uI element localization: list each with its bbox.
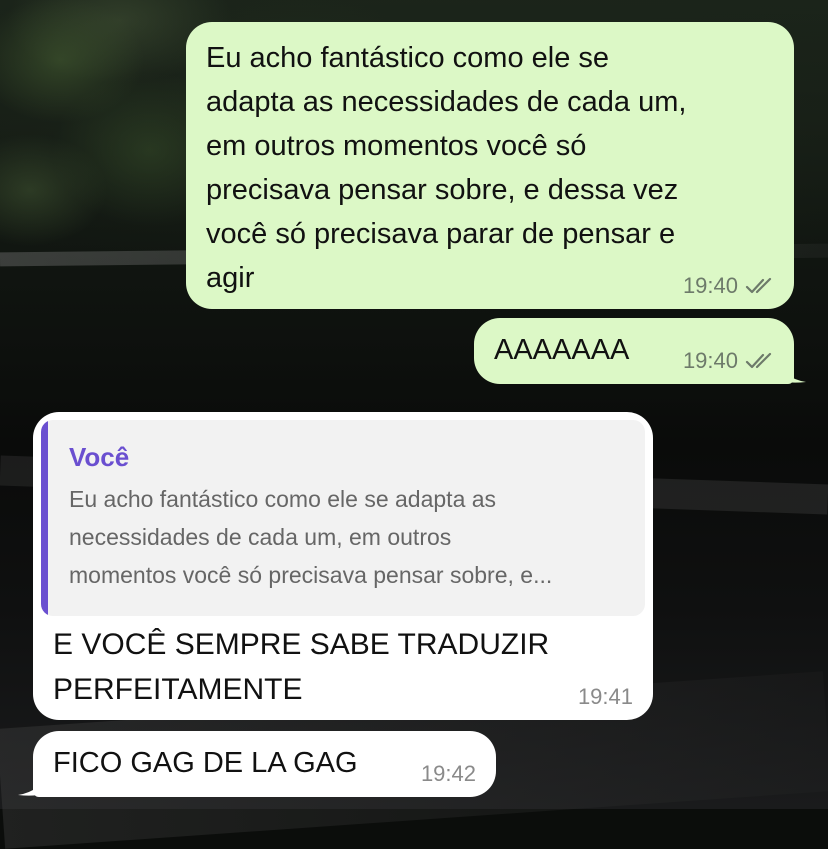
bubble-tail <box>780 360 806 383</box>
quoted-message[interactable]: Você Eu acho fantástico como ele se adap… <box>41 420 645 616</box>
double-check-icon <box>745 352 772 369</box>
message-text-line: precisava pensar sobre, e dessa vez <box>206 174 679 206</box>
bubble-tail <box>18 773 44 796</box>
quote-text-line: Eu acho fantástico como ele se adapta as <box>69 486 497 512</box>
quote-text-line: necessidades de cada um, em outros <box>69 524 452 550</box>
message-time: 19:42 <box>420 761 476 786</box>
message-text-line: em outros momentos você só <box>206 130 587 162</box>
quote-author: Você <box>69 442 130 472</box>
outgoing-message-bubble[interactable]: Eu acho fantástico como ele se adapta as… <box>186 22 794 309</box>
message-text-line: Eu acho fantástico como ele se <box>206 42 610 74</box>
message-meta: 19:40 <box>683 275 774 297</box>
outgoing-message-bubble[interactable]: AAAAAAA 19:40 <box>474 318 794 384</box>
message-text: FICO GAG DE LA GAG <box>53 747 358 779</box>
message-text-line: E VOCÊ SEMPRE SABE TRADUZIR <box>53 628 550 661</box>
message-text-line: você só precisava parar de pensar e <box>206 218 676 250</box>
message-meta: 19:40 <box>683 350 774 372</box>
incoming-message-bubble[interactable]: FICO GAG DE LA GAG 19:42 <box>33 731 496 797</box>
message-time: 19:40 <box>682 348 738 373</box>
message-meta: 19:42 <box>421 763 476 785</box>
message-time: 19:40 <box>682 273 738 298</box>
message-meta: 19:41 <box>578 686 633 708</box>
double-check-icon <box>745 277 772 294</box>
quote-text-line: momentos você só precisava pensar sobre,… <box>69 562 553 588</box>
message-time: 19:41 <box>577 684 633 709</box>
quote-accent-bar <box>41 420 48 616</box>
incoming-message-bubble[interactable]: Você Eu acho fantástico como ele se adap… <box>33 412 653 720</box>
message-text-line: PERFEITAMENTE <box>53 673 303 706</box>
message-text-line: adapta as necessidades de cada um, <box>206 86 687 118</box>
